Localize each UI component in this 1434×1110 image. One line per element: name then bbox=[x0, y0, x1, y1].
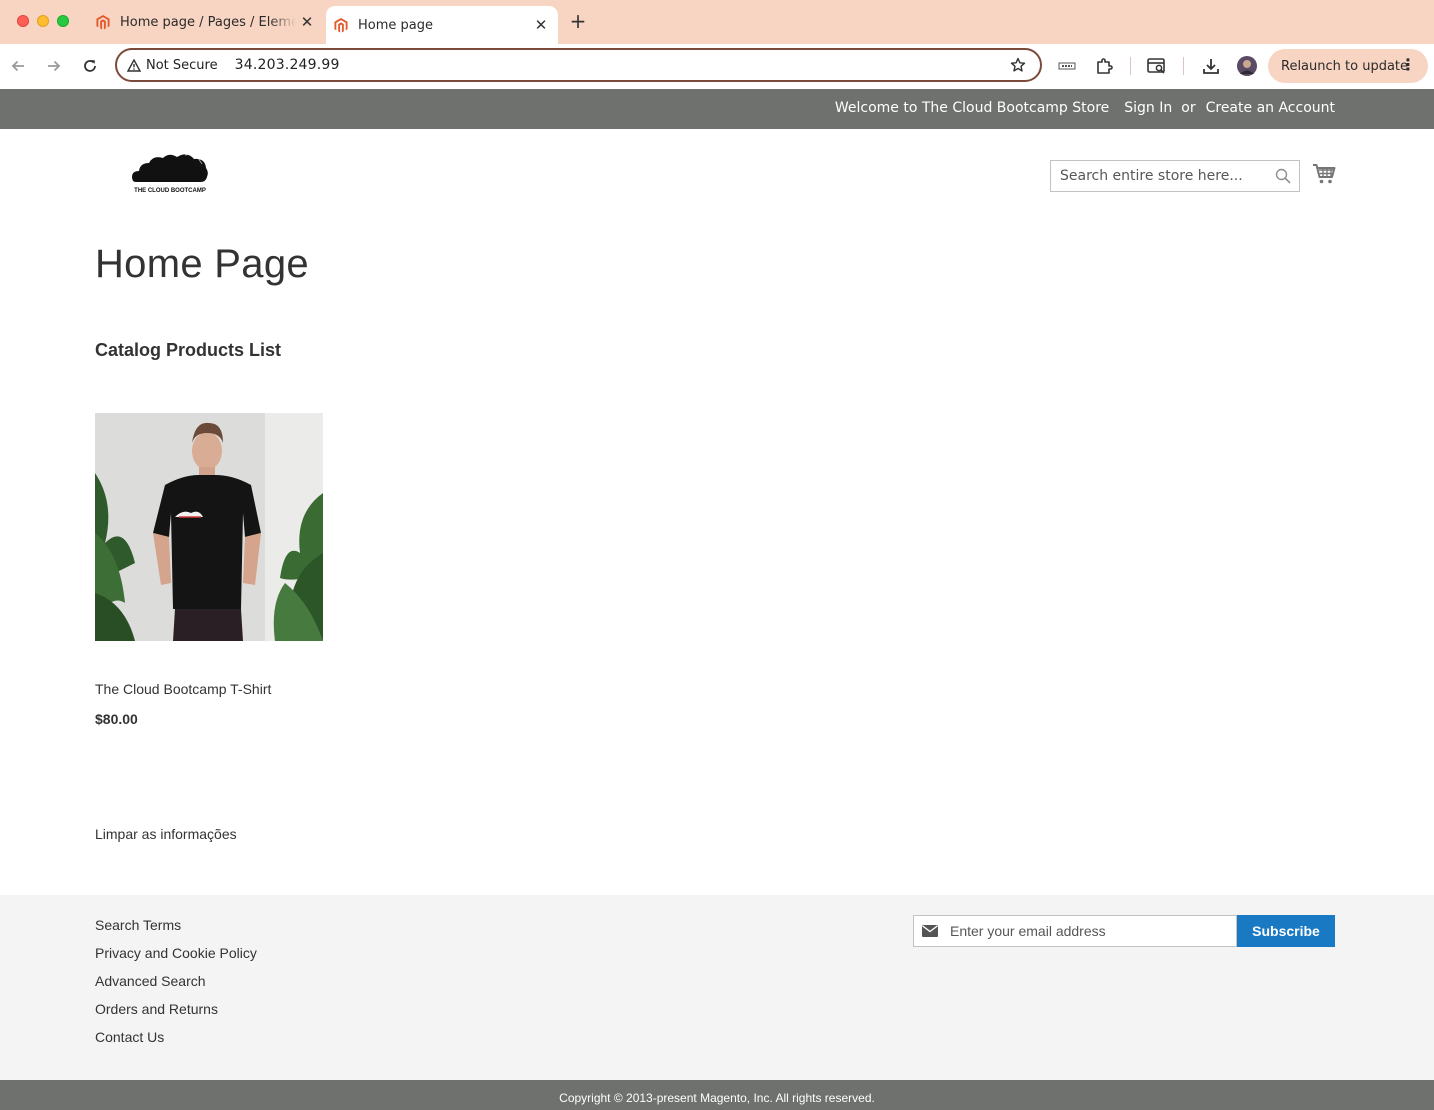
bookmark-star-icon[interactable] bbox=[1010, 57, 1026, 77]
forward-arrow-icon[interactable] bbox=[42, 54, 66, 78]
window-close-button[interactable] bbox=[17, 15, 29, 27]
product-image[interactable] bbox=[95, 413, 323, 641]
back-arrow-icon[interactable] bbox=[6, 54, 30, 78]
toolbar-separator bbox=[1183, 57, 1184, 75]
footer-links: Search Terms Privacy and Cookie Policy A… bbox=[95, 917, 257, 1057]
tab-title: Home page / Pages / Elements bbox=[120, 14, 296, 30]
browser-toolbar: Not Secure 34.203.249.99 Relaunch to upd… bbox=[0, 44, 1434, 89]
close-icon[interactable]: ✕ bbox=[296, 11, 318, 33]
store-logo[interactable]: THE CLOUD BOOTCAMP bbox=[130, 150, 210, 196]
welcome-message: Welcome to The Cloud Bootcamp Store bbox=[834, 100, 1110, 116]
clear-info-link[interactable]: Limpar as informações bbox=[95, 826, 237, 842]
catalog-products-heading: Catalog Products List bbox=[95, 340, 282, 360]
or-text: or bbox=[1181, 100, 1196, 116]
tab-title: Home page bbox=[358, 17, 433, 33]
product-name-link[interactable]: The Cloud Bootcamp T-Shirt bbox=[95, 681, 271, 697]
copyright-text: Copyright © 2013-present Magento, Inc. A… bbox=[0, 1080, 1434, 1110]
store-search[interactable] bbox=[1050, 160, 1300, 192]
email-field[interactable] bbox=[913, 915, 1237, 947]
extension-icon[interactable] bbox=[1055, 54, 1079, 78]
tab-search-icon[interactable] bbox=[1145, 54, 1169, 78]
search-icon[interactable] bbox=[1275, 168, 1291, 188]
security-indicator[interactable]: Not Secure bbox=[127, 58, 218, 73]
menu-dots-icon[interactable]: ⋮ bbox=[1400, 57, 1416, 73]
footer-link-privacy[interactable]: Privacy and Cookie Policy bbox=[95, 945, 257, 973]
sign-in-link[interactable]: Sign In bbox=[1124, 100, 1172, 116]
address-bar[interactable]: Not Secure 34.203.249.99 bbox=[115, 48, 1042, 82]
create-account-link[interactable]: Create an Account bbox=[1206, 100, 1335, 116]
subscribe-button[interactable]: Subscribe bbox=[1237, 915, 1335, 947]
cart-icon[interactable] bbox=[1312, 163, 1336, 189]
page-title: Home Page bbox=[95, 242, 309, 286]
magento-icon bbox=[96, 14, 110, 29]
security-label: Not Secure bbox=[146, 57, 218, 73]
footer-link-advanced-search[interactable]: Advanced Search bbox=[95, 973, 257, 1001]
download-icon[interactable] bbox=[1199, 54, 1223, 78]
footer-link-search-terms[interactable]: Search Terms bbox=[95, 917, 257, 945]
footer-link-contact-us[interactable]: Contact Us bbox=[95, 1029, 257, 1057]
reload-icon[interactable] bbox=[78, 54, 102, 78]
close-icon[interactable]: ✕ bbox=[530, 14, 552, 36]
browser-tab-strip: Home page / Pages / Elements ✕ Home page… bbox=[0, 0, 1434, 44]
window-maximize-button[interactable] bbox=[57, 15, 69, 27]
email-input[interactable] bbox=[950, 923, 1220, 939]
browser-tab-pages-elements[interactable]: Home page / Pages / Elements ✕ bbox=[88, 6, 324, 38]
relaunch-label: Relaunch to update bbox=[1281, 58, 1409, 74]
browser-tab-home-page[interactable]: Home page ✕ bbox=[326, 6, 558, 44]
new-tab-button[interactable]: + bbox=[567, 11, 589, 33]
envelope-icon bbox=[922, 922, 938, 941]
window-minimize-button[interactable] bbox=[37, 15, 49, 27]
url-text[interactable]: 34.203.249.99 bbox=[235, 57, 340, 73]
search-input[interactable] bbox=[1060, 168, 1270, 184]
profile-avatar[interactable] bbox=[1235, 54, 1259, 78]
product-price: $80.00 bbox=[95, 711, 138, 727]
footer: Search Terms Privacy and Cookie Policy A… bbox=[0, 895, 1434, 1080]
toolbar-separator bbox=[1130, 57, 1131, 75]
puzzle-extensions-icon[interactable] bbox=[1092, 54, 1116, 78]
magento-icon bbox=[334, 17, 348, 32]
footer-link-orders-returns[interactable]: Orders and Returns bbox=[95, 1001, 257, 1029]
header-panel: Welcome to The Cloud Bootcamp Store Sign… bbox=[0, 89, 1434, 129]
newsletter-form: Subscribe bbox=[913, 915, 1335, 947]
logo-text: THE CLOUD BOOTCAMP bbox=[134, 188, 206, 194]
warning-icon bbox=[127, 58, 141, 72]
relaunch-button[interactable]: Relaunch to update ⋮ bbox=[1268, 49, 1428, 83]
